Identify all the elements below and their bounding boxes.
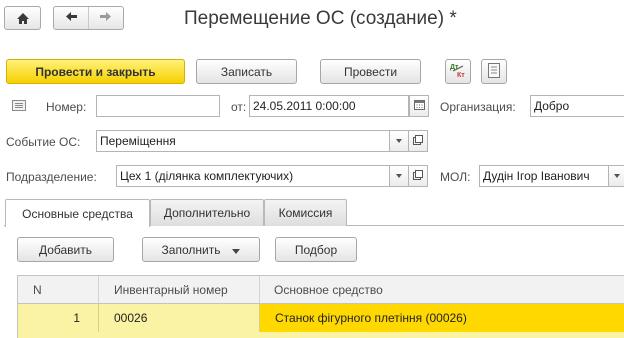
- table-row[interactable]: 1 00026 Станок фігурного плетіння (00026…: [17, 304, 624, 338]
- report-button[interactable]: [481, 59, 507, 84]
- tab-additional[interactable]: Дополнительно: [150, 199, 264, 226]
- date-field[interactable]: 24.05.2011 0:00:00: [249, 95, 409, 117]
- dt-kt-icon: Дт Кт: [449, 62, 467, 81]
- tab-commission[interactable]: Комиссия: [264, 199, 347, 226]
- number-label: Номер:: [46, 100, 87, 114]
- column-header-n[interactable]: N: [33, 276, 93, 303]
- fixed-assets-table: N Инвентарный номер Основное средство 1 …: [17, 275, 624, 338]
- select-button[interactable]: Подбор: [275, 237, 357, 262]
- document-report-icon: [488, 62, 500, 81]
- back-button[interactable]: [54, 7, 88, 29]
- svg-text:Кт: Кт: [457, 72, 465, 78]
- chevron-down-icon: [396, 174, 402, 178]
- event-open-button[interactable]: [408, 130, 428, 152]
- dt-kt-button[interactable]: Дт Кт: [445, 59, 471, 84]
- arrow-left-icon: [65, 11, 78, 25]
- division-open-button[interactable]: [408, 165, 428, 187]
- date-label: от:: [231, 100, 247, 114]
- calendar-icon: [413, 99, 425, 113]
- mol-field[interactable]: Дудін Ігор Іванович: [479, 165, 609, 187]
- arrow-right-icon: [99, 11, 112, 25]
- organization-label: Организация:: [440, 100, 516, 114]
- page-title: Перемещение ОС (создание) *: [184, 8, 457, 29]
- cell-asset[interactable]: Станок фігурного плетіння (00026): [259, 304, 624, 332]
- column-header-asset[interactable]: Основное средство: [259, 276, 624, 303]
- open-window-icon: [413, 134, 423, 148]
- calendar-button[interactable]: [409, 95, 429, 117]
- chevron-down-icon: [396, 139, 402, 143]
- home-icon: [16, 12, 30, 25]
- home-button[interactable]: [4, 6, 41, 30]
- open-window-icon: [413, 169, 423, 183]
- post-button[interactable]: Провести: [320, 59, 421, 84]
- event-dropdown-button[interactable]: [389, 130, 409, 152]
- chevron-down-icon: [232, 243, 241, 257]
- fill-button[interactable]: Заполнить: [142, 237, 260, 262]
- list-icon: [12, 100, 26, 114]
- division-label: Подразделение:: [6, 170, 97, 184]
- organization-field[interactable]: Добро: [530, 95, 624, 117]
- mol-dropdown-button[interactable]: [608, 165, 624, 187]
- number-field[interactable]: [96, 95, 220, 117]
- tab-fixed-assets[interactable]: Основные средства: [5, 199, 150, 227]
- division-field[interactable]: Цех 1 (ділянка комплектуючих): [116, 165, 390, 187]
- history-navigation: [53, 6, 124, 30]
- mol-label: МОЛ:: [440, 170, 471, 184]
- table-header: N Инвентарный номер Основное средство: [17, 275, 624, 304]
- column-header-inventory[interactable]: Инвентарный номер: [98, 276, 259, 303]
- fill-button-label: Заполнить: [161, 242, 221, 257]
- cell-inventory: 00026: [98, 304, 259, 332]
- division-dropdown-button[interactable]: [389, 165, 409, 187]
- event-field[interactable]: Переміщення: [96, 130, 390, 152]
- post-and-close-button[interactable]: Провести и закрыть: [6, 59, 185, 84]
- save-button[interactable]: Записать: [196, 59, 297, 84]
- add-button[interactable]: Добавить: [17, 237, 114, 262]
- forward-button[interactable]: [88, 7, 122, 29]
- event-label: Событие ОС:: [6, 135, 81, 149]
- chevron-down-icon: [613, 174, 620, 178]
- cell-n: 1: [73, 311, 80, 325]
